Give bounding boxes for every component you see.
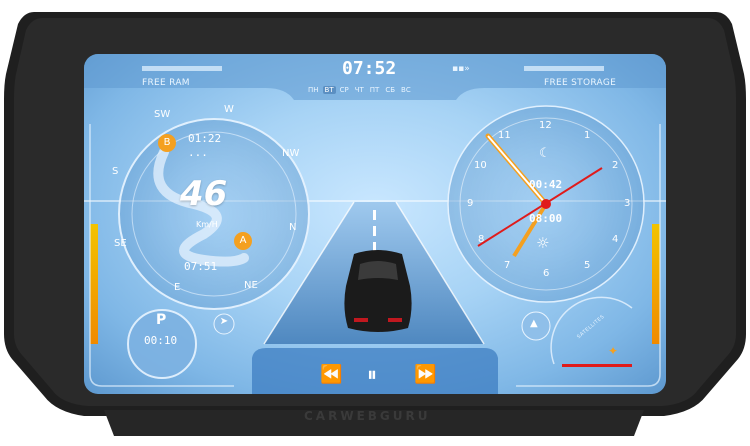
day-mon[interactable]: ПН xyxy=(306,86,321,94)
moon-icon: ☾ xyxy=(539,146,551,161)
day-thu[interactable]: ЧТ xyxy=(353,86,366,94)
satellite-icon: ✦ xyxy=(608,344,619,358)
clock-readout-top: 00:42 xyxy=(529,178,563,191)
compass-se: SE xyxy=(114,238,127,249)
day-sun[interactable]: ВС xyxy=(399,86,413,94)
clock-readout-bottom: 08:00 xyxy=(529,212,563,225)
day-wed[interactable]: СР xyxy=(338,86,351,94)
parking-letter: P xyxy=(156,312,167,328)
day-sat[interactable]: СБ xyxy=(383,86,397,94)
compass-n: N xyxy=(289,222,297,233)
brand-logo: CARWEBGURU xyxy=(304,409,431,423)
free-storage-label: FREE STORAGE xyxy=(544,78,617,88)
compass-nw: NW xyxy=(282,148,300,159)
speed-value: 46 xyxy=(180,174,228,214)
compass-e: E xyxy=(174,282,181,293)
signal-icon: ▪▪» xyxy=(452,64,470,74)
pause-button[interactable]: ⏸ xyxy=(367,362,377,386)
day-fri[interactable]: ПТ xyxy=(368,86,382,94)
waypoint-b-sub: ... xyxy=(188,146,208,159)
day-tue[interactable]: ВТ xyxy=(322,86,336,94)
navigation-arrow-icon[interactable]: ➤ xyxy=(216,316,232,332)
parking-time: 00:10 xyxy=(144,334,178,347)
dashboard-screen: FREE RAM FREE STORAGE 07:52 ▪▪» ПН ВТ СР… xyxy=(84,54,666,394)
speed-unit: Km/H xyxy=(196,220,218,229)
free-ram-label: FREE RAM xyxy=(142,78,190,88)
tent-icon[interactable]: ▲ xyxy=(530,318,538,329)
waypoint-b-time: 01:22 xyxy=(188,132,222,145)
sun-icon: ☼ xyxy=(536,234,550,252)
car-image xyxy=(344,250,412,332)
weekday-strip: ПН ВТ СР ЧТ ПТ СБ ВС xyxy=(306,86,413,94)
waypoint-a-time: 07:51 xyxy=(184,260,218,273)
fast-forward-button[interactable]: ⏩ xyxy=(414,364,436,385)
compass-ne: NE xyxy=(244,280,258,291)
waypoint-a-pin[interactable]: A xyxy=(234,232,252,250)
rewind-button[interactable]: ⏪ xyxy=(320,364,342,385)
compass-w: W xyxy=(224,104,234,115)
waypoint-b-pin[interactable]: B xyxy=(158,134,176,152)
compass-s: S xyxy=(112,166,119,177)
clock-time: 07:52 xyxy=(342,58,397,79)
compass-sw: SW xyxy=(154,109,171,120)
clock-hands xyxy=(477,133,603,258)
